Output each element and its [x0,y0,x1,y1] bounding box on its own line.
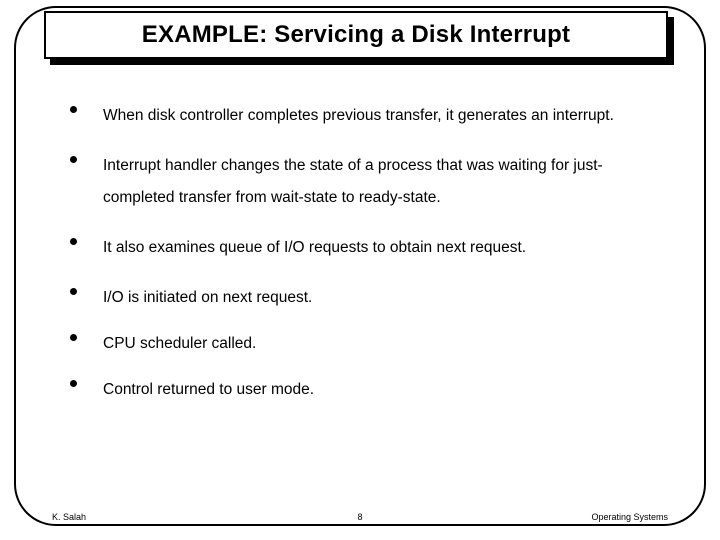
bullet-icon [70,288,77,295]
bullet-item: Control returned to user mode. [70,374,660,406]
footer-author: K. Salah [52,512,257,522]
bullet-item: CPU scheduler called. [70,328,660,360]
bullet-text: Interrupt handler changes the state of a… [103,150,660,214]
footer: K. Salah 8 Operating Systems [52,512,668,522]
bullet-text: When disk controller completes previous … [103,100,614,132]
slide-title: EXAMPLE: Servicing a Disk Interrupt [142,21,570,49]
bullet-icon [70,334,77,341]
bullet-text: Control returned to user mode. [103,374,314,406]
title-box: EXAMPLE: Servicing a Disk Interrupt [44,11,668,59]
slide-container: EXAMPLE: Servicing a Disk Interrupt When… [0,0,720,540]
bullet-item: I/O is initiated on next request. [70,282,660,314]
bullet-item: Interrupt handler changes the state of a… [70,150,660,214]
bullet-text: I/O is initiated on next request. [103,282,312,314]
bullet-icon [70,380,77,387]
footer-course: Operating Systems [463,512,668,522]
bullet-icon [70,238,77,245]
bullet-text: It also examines queue of I/O requests t… [103,232,526,264]
bullet-icon [70,156,77,163]
content-area: When disk controller completes previous … [70,100,660,420]
bullet-text: CPU scheduler called. [103,328,256,360]
bullet-icon [70,106,77,113]
bullet-item: When disk controller completes previous … [70,100,660,132]
bullet-item: It also examines queue of I/O requests t… [70,232,660,264]
footer-page-number: 8 [257,512,462,522]
